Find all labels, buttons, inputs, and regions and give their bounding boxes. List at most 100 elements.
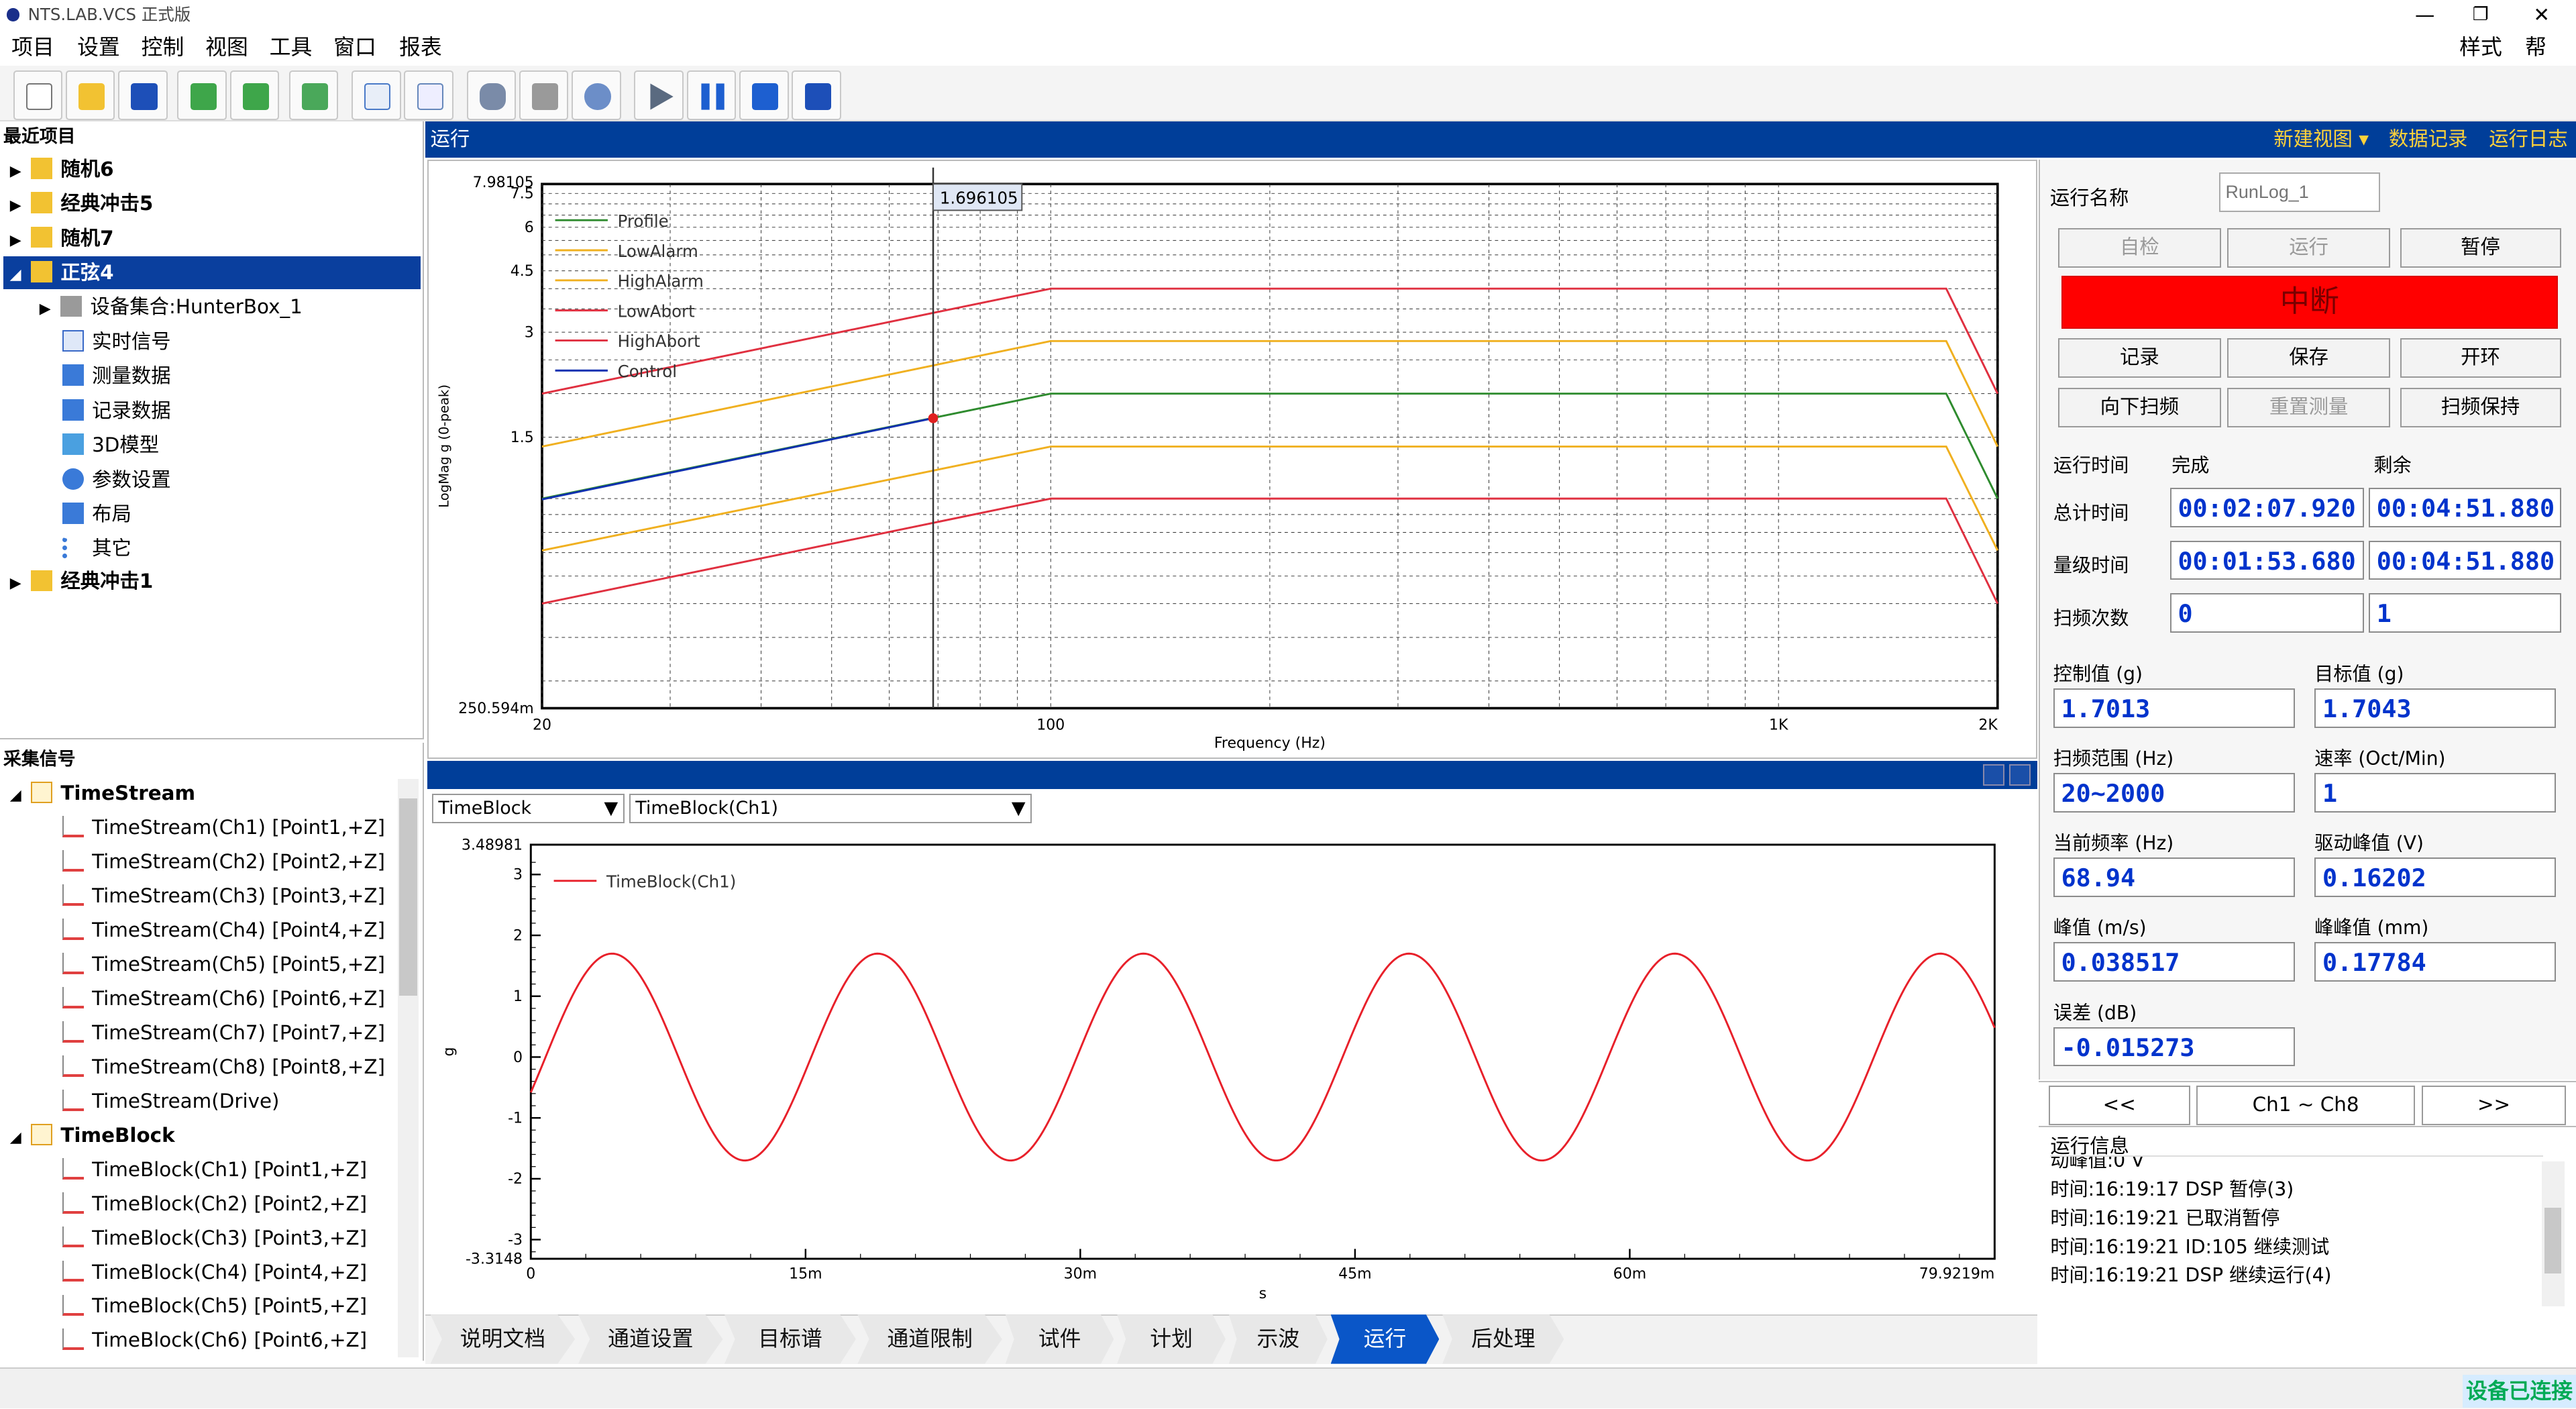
restore-pane-icon[interactable] bbox=[1982, 764, 2004, 786]
settings-button[interactable] bbox=[572, 70, 621, 120]
import-button[interactable] bbox=[177, 70, 227, 120]
block-select[interactable]: TimeBlock ▼ bbox=[432, 793, 625, 823]
tree-project-shock1[interactable]: ▶ 经典冲击1 bbox=[10, 565, 154, 598]
menu-tools[interactable]: 工具 bbox=[270, 30, 313, 66]
scroll-thumb[interactable] bbox=[399, 798, 418, 996]
sweep-hold-button[interactable]: 扫频保持 bbox=[2400, 387, 2561, 427]
data-record-link[interactable]: 数据记录 bbox=[2389, 121, 2468, 158]
tree-layout[interactable]: 布局 bbox=[62, 498, 131, 531]
tree-project-random7[interactable]: ▶ 随机7 bbox=[10, 222, 114, 255]
abort-button[interactable]: 中断 bbox=[2061, 276, 2558, 329]
device-button[interactable] bbox=[519, 70, 569, 120]
close-icon[interactable]: ✕ bbox=[2533, 0, 2550, 30]
tab-8[interactable]: 后处理 bbox=[1442, 1314, 1564, 1364]
signals-scrollbar[interactable] bbox=[397, 778, 419, 1357]
restore-icon[interactable]: ❐ bbox=[2473, 0, 2489, 30]
tab-3[interactable]: 通道限制 bbox=[857, 1314, 1002, 1364]
prev-channels-button[interactable]: << bbox=[2048, 1086, 2190, 1126]
scroll-thumb[interactable] bbox=[2544, 1207, 2561, 1273]
tree-measure-data[interactable]: 测量数据 bbox=[62, 360, 171, 393]
signal-item[interactable]: TimeBlock(Ch5) [Point5,+Z] bbox=[62, 1290, 367, 1322]
signal-item[interactable]: TimeBlock(Ch4) [Point4,+Z] bbox=[62, 1256, 367, 1289]
signal-item[interactable]: TimeBlock(Ch1) [Point1,+Z] bbox=[62, 1153, 367, 1186]
tree-parameters[interactable]: 参数设置 bbox=[62, 464, 171, 497]
tree-project-shock5[interactable]: ▶ 经典冲击5 bbox=[10, 187, 154, 220]
log-scrollbar[interactable] bbox=[2541, 1161, 2565, 1306]
open-loop-button[interactable]: 开环 bbox=[2400, 338, 2561, 378]
tree-project-random6[interactable]: ▶ 随机6 bbox=[10, 153, 114, 186]
run-log-link[interactable]: 运行日志 bbox=[2489, 121, 2568, 158]
database-button[interactable] bbox=[466, 70, 516, 120]
minimize-icon[interactable]: — bbox=[2415, 0, 2434, 30]
open-folder-button[interactable] bbox=[65, 70, 115, 120]
tree-realtime-signal[interactable]: 实时信号 bbox=[62, 325, 171, 358]
menu-control[interactable]: 控制 bbox=[142, 30, 184, 66]
save-button[interactable] bbox=[118, 70, 168, 120]
expand-icon[interactable]: ▶ bbox=[40, 301, 51, 317]
tab-1[interactable]: 通道设置 bbox=[578, 1314, 723, 1364]
time-chart[interactable]: 3210-1-2-30 15m 30m 45m 60m 79.9219m3.48981-3… bbox=[427, 827, 2037, 1311]
signal-item[interactable]: TimeStream(Drive) bbox=[62, 1085, 280, 1118]
signal-item[interactable]: TimeStream(Ch4) [Point4,+Z] bbox=[62, 914, 385, 947]
run-name-input[interactable] bbox=[2219, 172, 2381, 212]
signal-item[interactable]: TimeStream(Ch3) [Point3,+Z] bbox=[62, 880, 385, 912]
menu-style[interactable]: 样式 bbox=[2459, 30, 2502, 66]
signal-item[interactable]: TimeStream(Ch5) [Point5,+Z] bbox=[62, 948, 385, 981]
tab-0[interactable]: 说明文档 bbox=[430, 1314, 576, 1364]
menu-window[interactable]: 窗口 bbox=[333, 30, 376, 66]
collapse-icon[interactable]: ◢ bbox=[10, 787, 21, 804]
collapse-icon[interactable]: ◢ bbox=[10, 266, 21, 283]
tree-project-sine4[interactable]: ◢ 正弦4 bbox=[3, 256, 421, 289]
signal-item[interactable]: TimeBlock(Ch2) [Point2,+Z] bbox=[62, 1188, 367, 1220]
signal-item[interactable]: TimeStream(Ch7) [Point7,+Z] bbox=[62, 1016, 385, 1049]
menu-settings[interactable]: 设置 bbox=[77, 30, 120, 66]
signal-item[interactable]: TimeStream(Ch8) [Point8,+Z] bbox=[62, 1051, 385, 1084]
chart-button[interactable] bbox=[352, 70, 401, 120]
signal-group-timestream[interactable]: ◢ TimeStream bbox=[10, 777, 195, 810]
tab-4[interactable]: 试件 bbox=[1005, 1314, 1114, 1364]
expand-icon[interactable]: ▶ bbox=[10, 575, 21, 592]
expand-icon[interactable]: ▶ bbox=[10, 163, 21, 180]
next-channels-button[interactable]: >> bbox=[2421, 1086, 2567, 1126]
log-line: 时间:16:19:21 已取消暂停 bbox=[2050, 1206, 2280, 1229]
reset-measure-button[interactable]: 重置测量 bbox=[2227, 387, 2390, 427]
pause-button-panel[interactable]: 暂停 bbox=[2400, 228, 2561, 268]
close-pane-icon[interactable] bbox=[2009, 764, 2031, 786]
expand-icon[interactable]: ▶ bbox=[10, 232, 21, 249]
channel-select[interactable]: TimeBlock(Ch1) ▼ bbox=[629, 793, 1032, 823]
spectrum-chart[interactable]: 20 100 1K 2K7.564.531.57.98105250.594mFrequ… bbox=[429, 161, 2035, 758]
signal-item[interactable]: TimeStream(Ch2) [Point2,+Z] bbox=[62, 845, 385, 878]
expand-icon[interactable]: ▶ bbox=[10, 197, 21, 214]
tree-other[interactable]: 其它 bbox=[62, 532, 131, 565]
pause-button[interactable] bbox=[686, 70, 737, 120]
tree-device-collection[interactable]: ▶ 设备集合:HunterBox_1 bbox=[40, 291, 303, 323]
stop-button[interactable] bbox=[739, 70, 789, 120]
save-data-button[interactable] bbox=[792, 70, 841, 120]
tab-5[interactable]: 计划 bbox=[1117, 1314, 1226, 1364]
report-button[interactable] bbox=[404, 70, 453, 120]
signal-item[interactable]: TimeStream(Ch1) [Point1,+Z] bbox=[62, 811, 385, 844]
tab-6[interactable]: 示波 bbox=[1228, 1314, 1328, 1364]
signal-item[interactable]: TimeStream(Ch6) [Point6,+Z] bbox=[62, 982, 385, 1015]
sweep-down-button[interactable]: 向下扫频 bbox=[2058, 387, 2221, 427]
signal-group-timeblock[interactable]: ◢ TimeBlock bbox=[10, 1119, 175, 1152]
run-button-panel[interactable]: 运行 bbox=[2227, 228, 2390, 268]
export-button[interactable] bbox=[229, 70, 280, 120]
new-view-link[interactable]: 新建视图 ▾ bbox=[2273, 121, 2369, 158]
new-file-button[interactable] bbox=[13, 70, 63, 120]
menu-view[interactable]: 视图 bbox=[205, 30, 248, 66]
record-button[interactable]: 记录 bbox=[2058, 338, 2221, 378]
tree-3d-model[interactable]: 3D模型 bbox=[62, 429, 159, 462]
signal-item[interactable]: TimeBlock(Ch6) [Point6,+Z] bbox=[62, 1324, 367, 1357]
tab-2[interactable]: 目标谱 bbox=[724, 1314, 856, 1364]
run-button[interactable] bbox=[634, 70, 684, 120]
signal-item[interactable]: TimeBlock(Ch3) [Point3,+Z] bbox=[62, 1222, 367, 1255]
tab-7[interactable]: 运行 bbox=[1330, 1314, 1440, 1364]
menu-report[interactable]: 报表 bbox=[399, 30, 442, 66]
tree-record-data[interactable]: 记录数据 bbox=[62, 395, 171, 427]
collapse-icon[interactable]: ◢ bbox=[10, 1129, 21, 1146]
save-panel-button[interactable]: 保存 bbox=[2227, 338, 2390, 378]
self-check-button[interactable]: 自检 bbox=[2058, 228, 2221, 268]
menu-project[interactable]: 项目 bbox=[11, 30, 54, 66]
exit-button[interactable] bbox=[289, 70, 339, 120]
